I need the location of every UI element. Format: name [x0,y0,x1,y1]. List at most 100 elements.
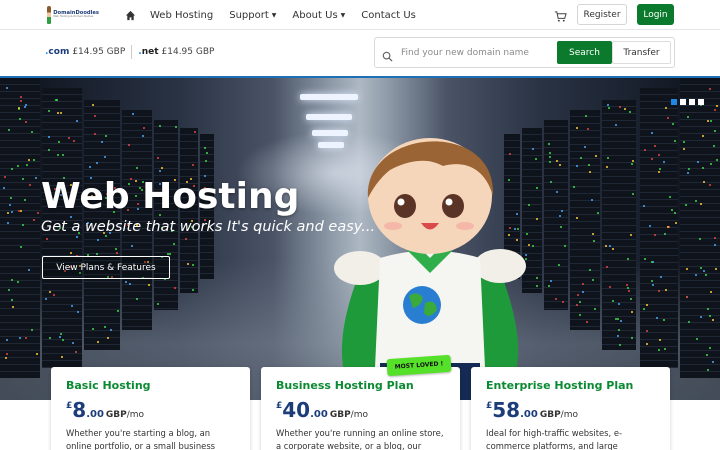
hero-subtitle: Get a website that works It's quick and … [41,219,376,235]
server-rack [544,120,568,310]
server-led [700,315,703,318]
server-led [695,199,698,202]
server-led [19,210,22,213]
slider-dot[interactable] [698,99,704,105]
server-led [60,332,63,335]
server-led [186,262,189,265]
server-led [19,245,22,248]
server-led [674,221,677,224]
server-led [626,287,629,290]
server-led [91,327,94,330]
top-navbar: DomainDoodles Web Hosting & Domain Names… [0,0,720,30]
slider-dot[interactable] [671,99,677,105]
server-led [10,278,13,281]
server-rack [640,88,678,368]
server-led [548,160,551,163]
hero-title: Web Hosting [41,176,300,217]
server-led [709,163,712,166]
logo-mascot-icon [47,6,52,24]
server-led [558,164,561,167]
server-led [663,318,666,321]
server-led [663,232,666,235]
server-led [615,123,618,126]
server-led [555,190,558,193]
server-led [536,217,539,220]
slider-dots [671,99,704,105]
server-led [658,167,661,170]
nav-support[interactable]: Support ▼ [229,10,276,21]
server-led [702,180,705,183]
server-led [596,211,599,214]
register-button[interactable]: Register [577,4,627,25]
server-led [587,127,590,130]
server-led [88,165,91,168]
server-rack [570,110,600,330]
server-led [104,325,107,328]
home-icon[interactable] [125,10,136,21]
chevron-down-icon: ▼ [340,11,346,19]
server-led [205,151,208,154]
server-led [643,257,646,260]
server-led [23,199,26,202]
search-icon [382,47,393,62]
server-led [115,251,118,254]
server-led [31,130,34,133]
domain-search-input[interactable] [401,45,551,61]
plan-title: Business Hosting Plan [276,379,414,392]
plan-card-enterprise[interactable]: Enterprise Hosting Plan £58.00 GBP/mo Ide… [471,367,670,450]
server-led [711,318,714,321]
slider-dot[interactable] [689,99,695,105]
site-logo[interactable]: DomainDoodles Web Hosting & Domain Names [47,4,99,26]
transfer-button[interactable]: Transfer [612,41,671,64]
server-led [708,315,711,318]
server-led [71,341,74,344]
tld-price-list: .com £14.95 GBP .net £14.95 GBP [45,45,214,59]
server-led [662,160,665,163]
search-button[interactable]: Search [557,41,612,64]
server-led [18,117,21,120]
server-led [612,247,615,250]
ceiling-light [300,94,358,100]
view-plans-button[interactable]: View Plans & Features [42,256,170,279]
server-led [159,169,162,172]
server-led [614,317,617,320]
server-led [21,178,24,181]
plan-description: Ideal for high-traffic websites, e-comme… [486,428,623,450]
server-led [626,257,629,260]
server-led [559,226,562,229]
server-led [104,155,107,158]
server-led [687,115,690,118]
server-led [628,110,631,113]
server-led [696,160,699,163]
cart-icon[interactable] [554,8,567,22]
server-led [535,284,538,287]
server-led [709,290,712,293]
plan-card-business[interactable]: Business Hosting Plan £40.00 GBP/mo Wheth… [261,367,460,450]
server-led [52,293,55,296]
plan-card-basic[interactable]: Basic Hosting £8.00 GBP/mo Whether you're… [51,367,250,450]
server-led [674,139,677,142]
plan-description: Whether you're starting a blog, an onlin… [66,428,216,450]
server-led [700,266,703,269]
server-led [673,212,676,215]
tld-price-com: .com £14.95 GBP [45,47,126,57]
server-led [657,154,660,156]
nav-contact-us[interactable]: Contact Us [361,10,416,21]
slider-dot[interactable] [680,99,686,105]
server-led [585,321,588,324]
server-led [704,273,707,276]
server-led [713,243,716,246]
server-led [706,120,709,123]
nav-web-hosting[interactable]: Web Hosting [150,10,213,21]
server-led [47,135,50,138]
nav-about-us[interactable]: About Us ▼ [292,10,345,21]
server-led [664,288,667,291]
server-led [7,211,10,214]
server-led [97,238,100,241]
login-button[interactable]: Login [637,4,674,25]
server-led [131,113,134,115]
plan-price: £8.00 GBP/mo [66,398,145,422]
server-led [575,126,578,129]
server-led [75,119,78,122]
server-led [60,355,63,358]
